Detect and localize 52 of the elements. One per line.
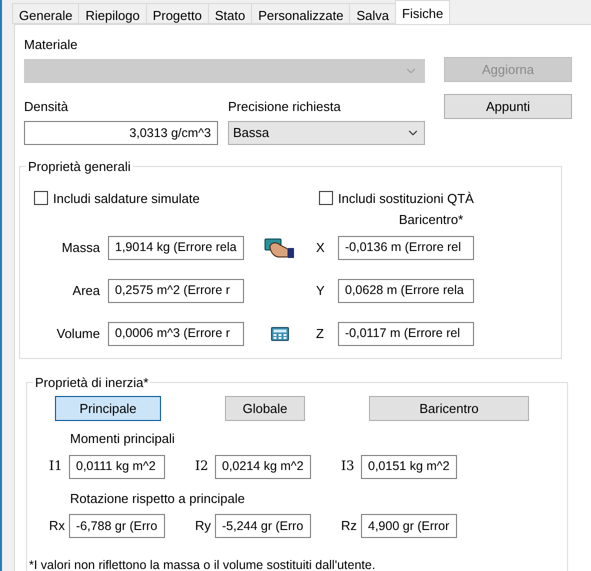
- field-label: Densità: [24, 98, 70, 115]
- field-label: X: [316, 238, 326, 257]
- section-label: Rotazione rispetto a principale: [70, 490, 246, 508]
- text-field[interactable]: 0,0151 kg m^2: [361, 454, 457, 478]
- hand-icon[interactable]: [264, 236, 296, 258]
- text-field[interactable]: 0,2575 m^2 (Errore r: [108, 278, 244, 302]
- tab[interactable]: Stato: [208, 3, 252, 24]
- view-button[interactable]: Baricentro: [369, 396, 529, 421]
- tab[interactable]: Salva: [349, 3, 396, 24]
- field-label: I3: [341, 458, 356, 476]
- precision-dropdown[interactable]: Bassa: [228, 121, 425, 145]
- checkbox-label: Includi sostituzioni QTÀ: [338, 190, 474, 208]
- field-label: Materiale: [24, 36, 78, 53]
- tab[interactable]: Generale: [12, 3, 78, 24]
- checkbox-label: Includi saldature simulate: [53, 190, 200, 208]
- checkbox[interactable]: [34, 191, 48, 206]
- tab[interactable]: Progetto: [146, 3, 208, 24]
- text-field[interactable]: -0,0117 m (Errore rel: [338, 322, 474, 346]
- text-field[interactable]: 0,0628 m (Errore rela: [338, 278, 474, 302]
- field-label: Rz: [341, 517, 358, 536]
- text-field[interactable]: 4,900 gr (Error: [361, 514, 457, 538]
- tab[interactable]: Personalizzate: [251, 3, 350, 24]
- view-button[interactable]: Principale: [55, 396, 161, 421]
- text-field[interactable]: -6,788 gr (Erro: [69, 514, 165, 538]
- field-label: Massa: [60, 238, 101, 257]
- section-label: Baricentro*: [398, 211, 464, 229]
- field-label: Area: [72, 282, 101, 300]
- text-field[interactable]: 0,0006 m^3 (Errore r: [108, 322, 244, 346]
- density-field[interactable]: 3,0313 g/cm^3: [24, 121, 218, 145]
- footnote: *I valori non riflettono la massa o il volume sostituiti dall'utente.: [29, 557, 376, 571]
- field-label: Z: [316, 324, 325, 343]
- group-title: Proprietà generali: [27, 158, 132, 176]
- group-title: Proprietà di inerzia*: [34, 374, 150, 392]
- field-label: Ry: [195, 517, 212, 536]
- tab[interactable]: Riepilogo: [78, 3, 146, 24]
- text-field[interactable]: -5,244 gr (Erro: [215, 514, 311, 538]
- text-field[interactable]: -0,0136 m (Errore rel: [338, 236, 474, 260]
- tab[interactable]: Fisiche: [395, 0, 450, 24]
- field-label: Precisione richiesta: [228, 98, 342, 115]
- checkbox[interactable]: [319, 191, 333, 206]
- field-label: I1: [49, 458, 64, 476]
- calculator-icon[interactable]: [271, 326, 289, 340]
- view-button[interactable]: Globale: [225, 396, 305, 421]
- section-label: Momenti principali: [70, 430, 176, 448]
- field-label: Volume: [56, 324, 101, 343]
- text-field[interactable]: 0,0214 kg m^2: [215, 454, 311, 478]
- field-label: I2: [195, 458, 210, 476]
- push-button[interactable]: Appunti: [444, 94, 572, 119]
- text-field[interactable]: 0,0111 kg m^2: [69, 454, 165, 478]
- field-label: Rx: [49, 517, 66, 536]
- text-field[interactable]: 1,9014 kg (Errore rela: [108, 236, 244, 260]
- field-label: Y: [316, 282, 326, 300]
